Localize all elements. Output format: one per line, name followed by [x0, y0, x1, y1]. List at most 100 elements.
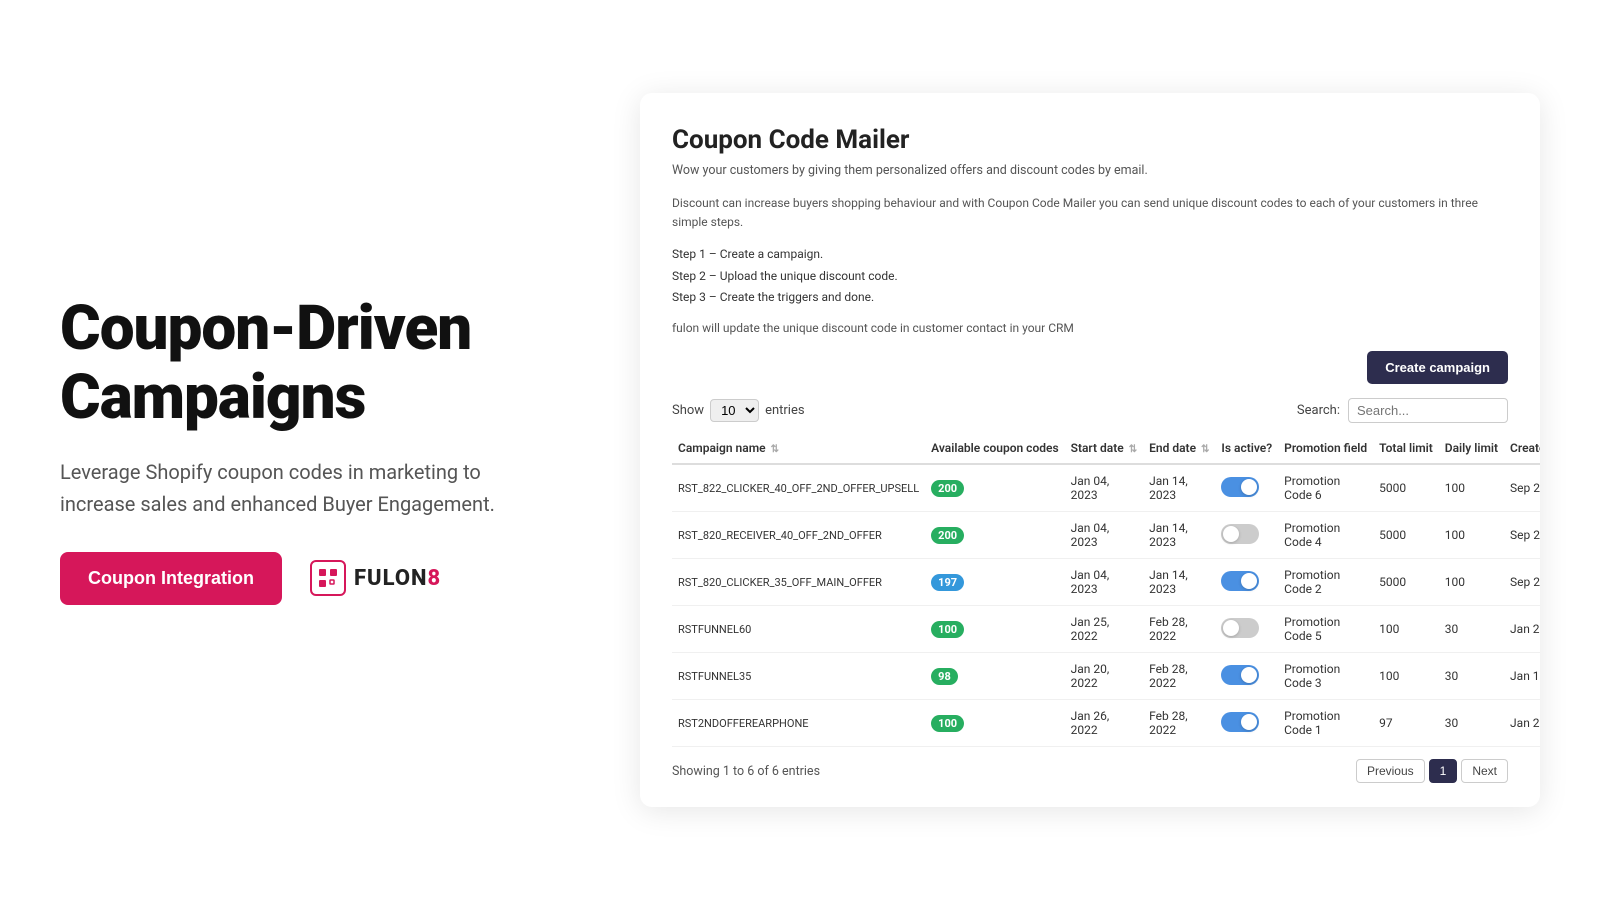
pagination-row: Showing 1 to 6 of 6 entries Previous 1 N… [672, 759, 1508, 783]
next-page-button[interactable]: Next [1461, 759, 1508, 783]
cell-coupon-codes: 98 [925, 653, 1064, 700]
sort-icon-start[interactable]: ⇅ [1129, 444, 1137, 455]
toggle-knob [1223, 526, 1239, 542]
cell-created-date: Jan 20, 2022 [1504, 606, 1540, 653]
app-title: Coupon Code Mailer [672, 125, 1508, 155]
active-toggle[interactable] [1221, 524, 1259, 544]
fulon-dot: 8 [428, 566, 442, 591]
cell-daily-limit: 100 [1439, 559, 1504, 606]
cell-is-active[interactable] [1215, 653, 1278, 700]
table-row: RST_822_CLICKER_40_OFF_2ND_OFFER_UPSELL … [672, 464, 1540, 512]
app-subtitle: Wow your customers by giving them person… [672, 163, 1508, 178]
cell-end-date: Feb 28, 2022 [1143, 653, 1215, 700]
cell-promotion: Promotion Code 4 [1278, 512, 1373, 559]
cell-end-date: Jan 14, 2023 [1143, 464, 1215, 512]
cell-start-date: Jan 26, 2022 [1065, 700, 1144, 747]
cell-total-limit: 5000 [1373, 559, 1439, 606]
cell-is-active[interactable] [1215, 700, 1278, 747]
show-entries-control: Show 10 25 50 entries [672, 399, 805, 422]
cell-start-date: Jan 25, 2022 [1065, 606, 1144, 653]
col-total-limit: Total limit [1373, 433, 1439, 464]
active-toggle[interactable] [1221, 571, 1259, 591]
active-toggle[interactable] [1221, 665, 1259, 685]
search-box: Search: [1297, 398, 1508, 423]
cell-start-date: Jan 04, 2023 [1065, 559, 1144, 606]
cta-row: Coupon Integration FULON8 [60, 552, 580, 605]
cell-promotion: Promotion Code 2 [1278, 559, 1373, 606]
col-daily-limit: Daily limit [1439, 433, 1504, 464]
cell-created-date: Sep 21, 2022 [1504, 559, 1540, 606]
subheading: Leverage Shopify coupon codes in marketi… [60, 456, 540, 520]
pagination-controls: Previous 1 Next [1356, 759, 1508, 783]
step-1: Step 1 – Create a campaign. [672, 244, 1508, 266]
cell-campaign-name: RST_820_RECEIVER_40_OFF_2ND_OFFER [672, 512, 925, 559]
cell-coupon-codes: 100 [925, 606, 1064, 653]
crm-note: fulon will update the unique discount co… [672, 321, 1508, 335]
fulon-logo: FULON8 [310, 560, 441, 596]
cell-created-date: Jan 26, 2022 [1504, 700, 1540, 747]
cell-end-date: Jan 14, 2023 [1143, 559, 1215, 606]
cell-campaign-name: RST2NDOFFEREARPHONE [672, 700, 925, 747]
active-toggle[interactable] [1221, 618, 1259, 638]
app-description: Discount can increase buyers shopping be… [672, 194, 1508, 232]
cell-daily-limit: 30 [1439, 700, 1504, 747]
cell-total-limit: 5000 [1373, 512, 1439, 559]
toggle-knob [1241, 573, 1257, 589]
toggle-knob [1241, 714, 1257, 730]
coupon-integration-button[interactable]: Coupon Integration [60, 552, 282, 605]
cell-start-date: Jan 04, 2023 [1065, 464, 1144, 512]
step-3: Step 3 – Create the triggers and done. [672, 287, 1508, 309]
cell-total-limit: 100 [1373, 653, 1439, 700]
cell-daily-limit: 100 [1439, 464, 1504, 512]
entries-label: entries [765, 403, 805, 418]
create-campaign-button[interactable]: Create campaign [1367, 351, 1508, 384]
fulon-logo-icon [310, 560, 346, 596]
show-label: Show [672, 403, 704, 418]
step-2: Step 2 – Upload the unique discount code… [672, 266, 1508, 288]
cell-end-date: Feb 28, 2022 [1143, 606, 1215, 653]
search-input[interactable] [1348, 398, 1508, 423]
cell-campaign-name: RST_820_CLICKER_35_OFF_MAIN_OFFER [672, 559, 925, 606]
previous-page-button[interactable]: Previous [1356, 759, 1425, 783]
cell-created-date: Jan 19, 2022 [1504, 653, 1540, 700]
cell-coupon-codes: 200 [925, 464, 1064, 512]
cell-is-active[interactable] [1215, 512, 1278, 559]
cell-is-active[interactable] [1215, 606, 1278, 653]
sort-icon-end[interactable]: ⇅ [1201, 444, 1209, 455]
page-wrapper: Coupon-Driven Campaigns Leverage Shopify… [0, 0, 1600, 900]
cell-end-date: Jan 14, 2023 [1143, 512, 1215, 559]
col-start-date: Start date ⇅ [1065, 433, 1144, 464]
active-toggle[interactable] [1221, 712, 1259, 732]
page-1-button[interactable]: 1 [1429, 759, 1458, 783]
col-end-date: End date ⇅ [1143, 433, 1215, 464]
coupon-badge: 98 [931, 668, 958, 685]
toggle-knob [1241, 667, 1257, 683]
cell-is-active[interactable] [1215, 559, 1278, 606]
coupon-badge: 100 [931, 621, 964, 638]
table-row: RST_820_RECEIVER_40_OFF_2ND_OFFER 200 Ja… [672, 512, 1540, 559]
cell-start-date: Jan 04, 2023 [1065, 512, 1144, 559]
coupon-badge: 200 [931, 480, 964, 497]
cell-daily-limit: 30 [1439, 606, 1504, 653]
active-toggle[interactable] [1221, 477, 1259, 497]
cell-daily-limit: 30 [1439, 653, 1504, 700]
col-created-date: Created date ⇅ [1504, 433, 1540, 464]
steps-list: Step 1 – Create a campaign. Step 2 – Upl… [672, 244, 1508, 309]
cell-promotion: Promotion Code 3 [1278, 653, 1373, 700]
cell-total-limit: 97 [1373, 700, 1439, 747]
coupon-badge: 100 [931, 715, 964, 732]
create-campaign-row: Create campaign [672, 351, 1508, 384]
entries-select[interactable]: 10 25 50 [710, 399, 759, 422]
cell-created-date: Sep 21, 2022 [1504, 512, 1540, 559]
cell-promotion: Promotion Code 1 [1278, 700, 1373, 747]
table-row: RSTFUNNEL60 100 Jan 25, 2022 Feb 28, 202… [672, 606, 1540, 653]
cell-coupon-codes: 100 [925, 700, 1064, 747]
sort-icon-name[interactable]: ⇅ [771, 444, 779, 455]
cell-promotion: Promotion Code 6 [1278, 464, 1373, 512]
cell-is-active[interactable] [1215, 464, 1278, 512]
table-body: RST_822_CLICKER_40_OFF_2ND_OFFER_UPSELL … [672, 464, 1540, 747]
cell-end-date: Feb 28, 2022 [1143, 700, 1215, 747]
col-promotion: Promotion field [1278, 433, 1373, 464]
toggle-knob [1241, 479, 1257, 495]
cell-created-date: Sep 21, 2022 [1504, 464, 1540, 512]
